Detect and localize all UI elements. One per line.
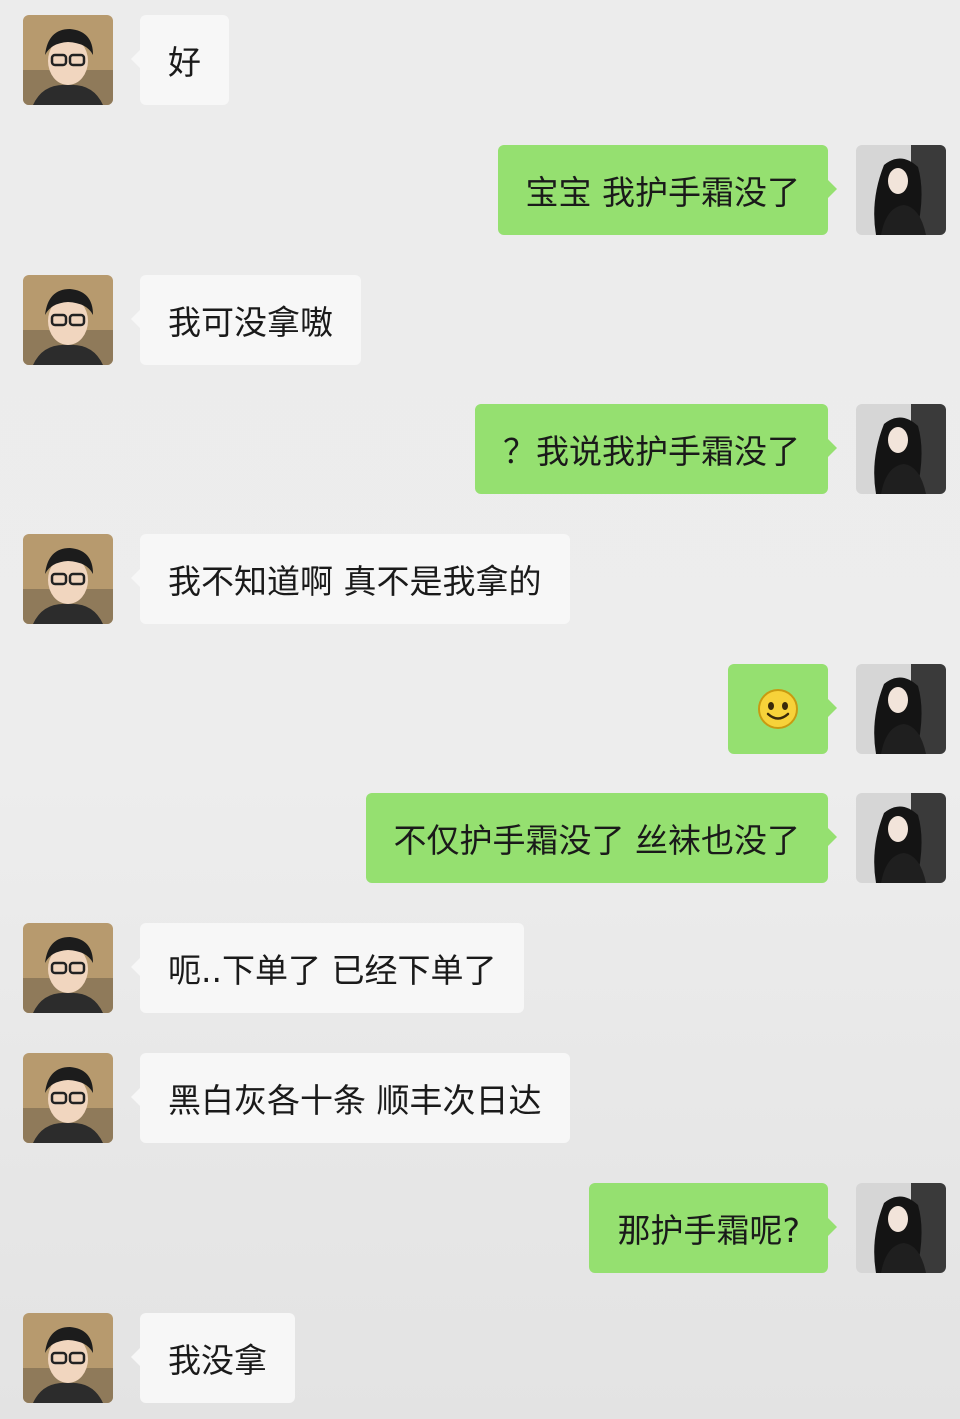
message-row-incoming: 好 — [0, 15, 960, 107]
message-bubble[interactable]: 呃..下单了 已经下单了 — [130, 923, 525, 1013]
message-row-incoming: 我没拿 — [0, 1313, 960, 1405]
message-row-incoming: 我不知道啊 真不是我拿的 — [0, 534, 960, 626]
user-avatar[interactable] — [856, 404, 946, 494]
user-avatar[interactable] — [856, 793, 946, 883]
chat-thread: 好 宝宝 我护手霜没了 我可没拿嗷 ？我说我护手霜没了 我不知道啊 真不是我拿的… — [0, 0, 960, 1419]
message-bubble[interactable]: 我没拿 — [131, 1313, 295, 1403]
smile-emoji-icon — [756, 687, 800, 731]
message-row-incoming: 我可没拿嗷 — [0, 275, 960, 367]
emoji-message-bubble[interactable] — [728, 664, 837, 754]
contact-avatar[interactable] — [23, 15, 113, 105]
user-avatar[interactable] — [856, 664, 946, 754]
user-avatar[interactable] — [856, 145, 946, 235]
message-bubble[interactable]: 那护手霜呢? — [589, 1183, 837, 1273]
message-bubble[interactable]: 宝宝 我护手霜没了 — [497, 145, 837, 235]
message-bubble[interactable]: ？我说我护手霜没了 — [475, 404, 837, 494]
user-avatar[interactable] — [856, 1183, 946, 1273]
contact-avatar[interactable] — [23, 923, 113, 1013]
message-bubble[interactable]: 不仅护手霜没了 丝袜也没了 — [365, 793, 837, 883]
message-row-outgoing: 不仅护手霜没了 丝袜也没了 — [0, 793, 960, 885]
contact-avatar[interactable] — [23, 534, 113, 624]
contact-avatar[interactable] — [23, 275, 113, 365]
message-bubble[interactable]: 黑白灰各十条 顺丰次日达 — [131, 1053, 570, 1143]
contact-avatar[interactable] — [23, 1313, 113, 1403]
message-row-outgoing: 宝宝 我护手霜没了 — [0, 145, 960, 237]
message-row-outgoing: 那护手霜呢? — [0, 1183, 960, 1275]
message-bubble[interactable]: 好 — [131, 15, 229, 105]
message-row-outgoing — [0, 664, 960, 756]
message-row-incoming: 黑白灰各十条 顺丰次日达 — [0, 1053, 960, 1145]
contact-avatar[interactable] — [23, 1053, 113, 1143]
message-bubble[interactable]: 我不知道啊 真不是我拿的 — [131, 534, 570, 624]
message-row-incoming: 呃..下单了 已经下单了 — [0, 923, 960, 1015]
message-bubble[interactable]: 我可没拿嗷 — [131, 275, 361, 365]
message-row-outgoing: ？我说我护手霜没了 — [0, 404, 960, 496]
